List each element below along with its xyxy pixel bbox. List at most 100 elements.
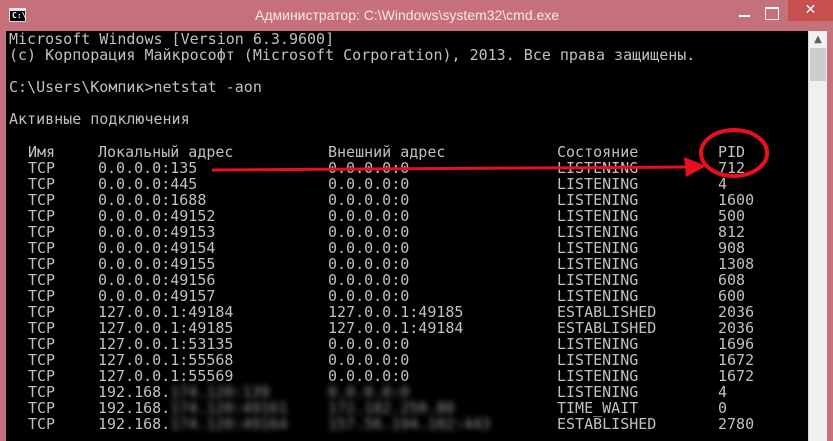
cell-foreign: 127.0.0.1:49185 [328,303,464,321]
cell-local: 192.168. [98,415,171,433]
cell-local: 127.0.0.1:49185 [98,319,234,337]
cell-foreign: 0.0.0.0:0 [328,287,410,305]
cell-foreign-blur: 172.182.250.80 [328,399,455,417]
window-title: Администратор: C:\Windows\system32\cmd.e… [255,7,560,23]
cell-pid: 2780 [718,415,755,433]
cell-foreign: 0.0.0.0:0 [328,223,410,241]
cell-state: TIME_WAIT [557,399,639,417]
cell-proto: TCP [28,335,56,353]
cell-proto: TCP [28,303,56,321]
minimize-button[interactable] [735,6,755,22]
cell-local: 0.0.0.0:135 [98,159,198,177]
cell-state: LISTENING [557,175,639,193]
cell-foreign-blur: 157.56.194.102:443 [328,415,491,433]
cell-proto: TCP [28,255,56,273]
cell-state: LISTENING [557,255,639,273]
cell-foreign: 0.0.0.0:0 [328,159,410,177]
cell-state: LISTENING [557,383,639,401]
cell-pid: 1672 [718,367,755,385]
cell-pid: 500 [718,207,746,225]
cell-pid: 608 [718,271,746,289]
vertical-scrollbar[interactable]: ▲ [808,31,827,441]
scroll-thumb[interactable] [810,48,826,81]
cell-local: 0.0.0.0:49155 [98,255,216,273]
cell-local: 192.168. [98,383,171,401]
cell-local: 127.0.0.1:53135 [98,335,234,353]
cell-state: LISTENING [557,367,639,385]
cell-pid: 1600 [718,191,755,209]
cell-proto: TCP [28,191,56,209]
cell-local-blur: 174.120:49164 [170,415,288,433]
maximize-button[interactable] [762,4,782,22]
column-header: Локальный адрес [98,143,234,161]
cell-pid: 0 [718,399,728,417]
window-border-right [827,31,833,441]
cell-local: 127.0.0.1:55569 [98,367,234,385]
cell-foreign: 0.0.0.0:0 [328,239,410,257]
cell-proto: TCP [28,367,56,385]
cell-pid: 1308 [718,255,755,273]
cell-proto: TCP [28,319,56,337]
console-line: Активные подключения [9,110,190,128]
cell-pid: 712 [718,159,746,177]
cell-state: LISTENING [557,207,639,225]
cmd-icon[interactable]: C:\ [9,8,26,22]
console-line: (c) Корпорация Майкрософт (Microsoft Cor… [9,46,696,64]
cell-pid: 812 [718,223,746,241]
cell-foreign: 0.0.0.0:0 [328,335,410,353]
console-output[interactable]: Microsoft Windows [Version 6.3.9600] (c) … [6,31,808,441]
cell-foreign-blur: 0.0.0.0:0 [328,383,410,401]
cell-pid: 1696 [718,335,755,353]
cell-foreign: 0.0.0.0:0 [328,271,410,289]
cell-proto: TCP [28,383,56,401]
cell-proto: TCP [28,271,56,289]
cell-proto: TCP [28,351,56,369]
cell-local: 127.0.0.1:49184 [98,303,234,321]
column-header: Имя [28,143,56,161]
title-bar[interactable]: C:\ Администратор: C:\Windows\system32\c… [0,0,833,31]
cell-state: ESTABLISHED [557,415,657,433]
cell-foreign: 0.0.0.0:0 [328,207,410,225]
cell-local-blur: 174.120:49161 [170,399,288,417]
cell-local: 0.0.0.0:49153 [98,223,216,241]
cell-pid: 4 [718,383,728,401]
cell-foreign: 0.0.0.0:0 [328,351,410,369]
cell-proto: TCP [28,175,56,193]
cell-local: 0.0.0.0:49152 [98,207,216,225]
cell-local: 0.0.0.0:1688 [98,191,207,209]
cell-state: LISTENING [557,223,639,241]
cell-state: LISTENING [557,239,639,257]
cell-state: ESTABLISHED [557,303,657,321]
column-header: Состояние [557,143,639,161]
cell-pid: 1672 [718,351,755,369]
cell-foreign: 0.0.0.0:0 [328,191,410,209]
console-line: C:\Users\Компик>netstat -aon [9,78,262,96]
close-button[interactable]: ✕ [788,0,833,21]
console-window: C:\ Администратор: C:\Windows\system32\c… [0,0,833,441]
cell-foreign: 127.0.0.1:49184 [328,319,464,337]
cell-state: LISTENING [557,287,639,305]
console-line: Microsoft Windows [Version 6.3.9600] [9,31,335,48]
cell-pid: 2036 [718,319,755,337]
cell-local: 0.0.0.0:49157 [98,287,216,305]
column-header: Внешний адрес [328,143,446,161]
scroll-up-arrow-icon[interactable]: ▲ [809,31,827,48]
cell-proto: TCP [28,207,56,225]
cmd-icon-glyph: C:\ [12,11,27,20]
cell-local: 0.0.0.0:49154 [98,239,216,257]
cell-proto: TCP [28,287,56,305]
cell-local: 0.0.0.0:445 [98,175,198,193]
cell-pid: 2036 [718,303,755,321]
cell-foreign: 0.0.0.0:0 [328,175,410,193]
cell-pid: 908 [718,239,746,257]
cell-state: ESTABLISHED [557,319,657,337]
cell-state: LISTENING [557,335,639,353]
cell-proto: TCP [28,159,56,177]
cell-local: 192.168. [98,399,171,417]
cell-proto: TCP [28,399,56,417]
cell-foreign: 0.0.0.0:0 [328,255,410,273]
close-icon: ✕ [804,2,817,18]
cell-state: LISTENING [557,159,639,177]
cell-proto: TCP [28,223,56,241]
cell-local-blur: 174.120:139 [170,383,270,401]
